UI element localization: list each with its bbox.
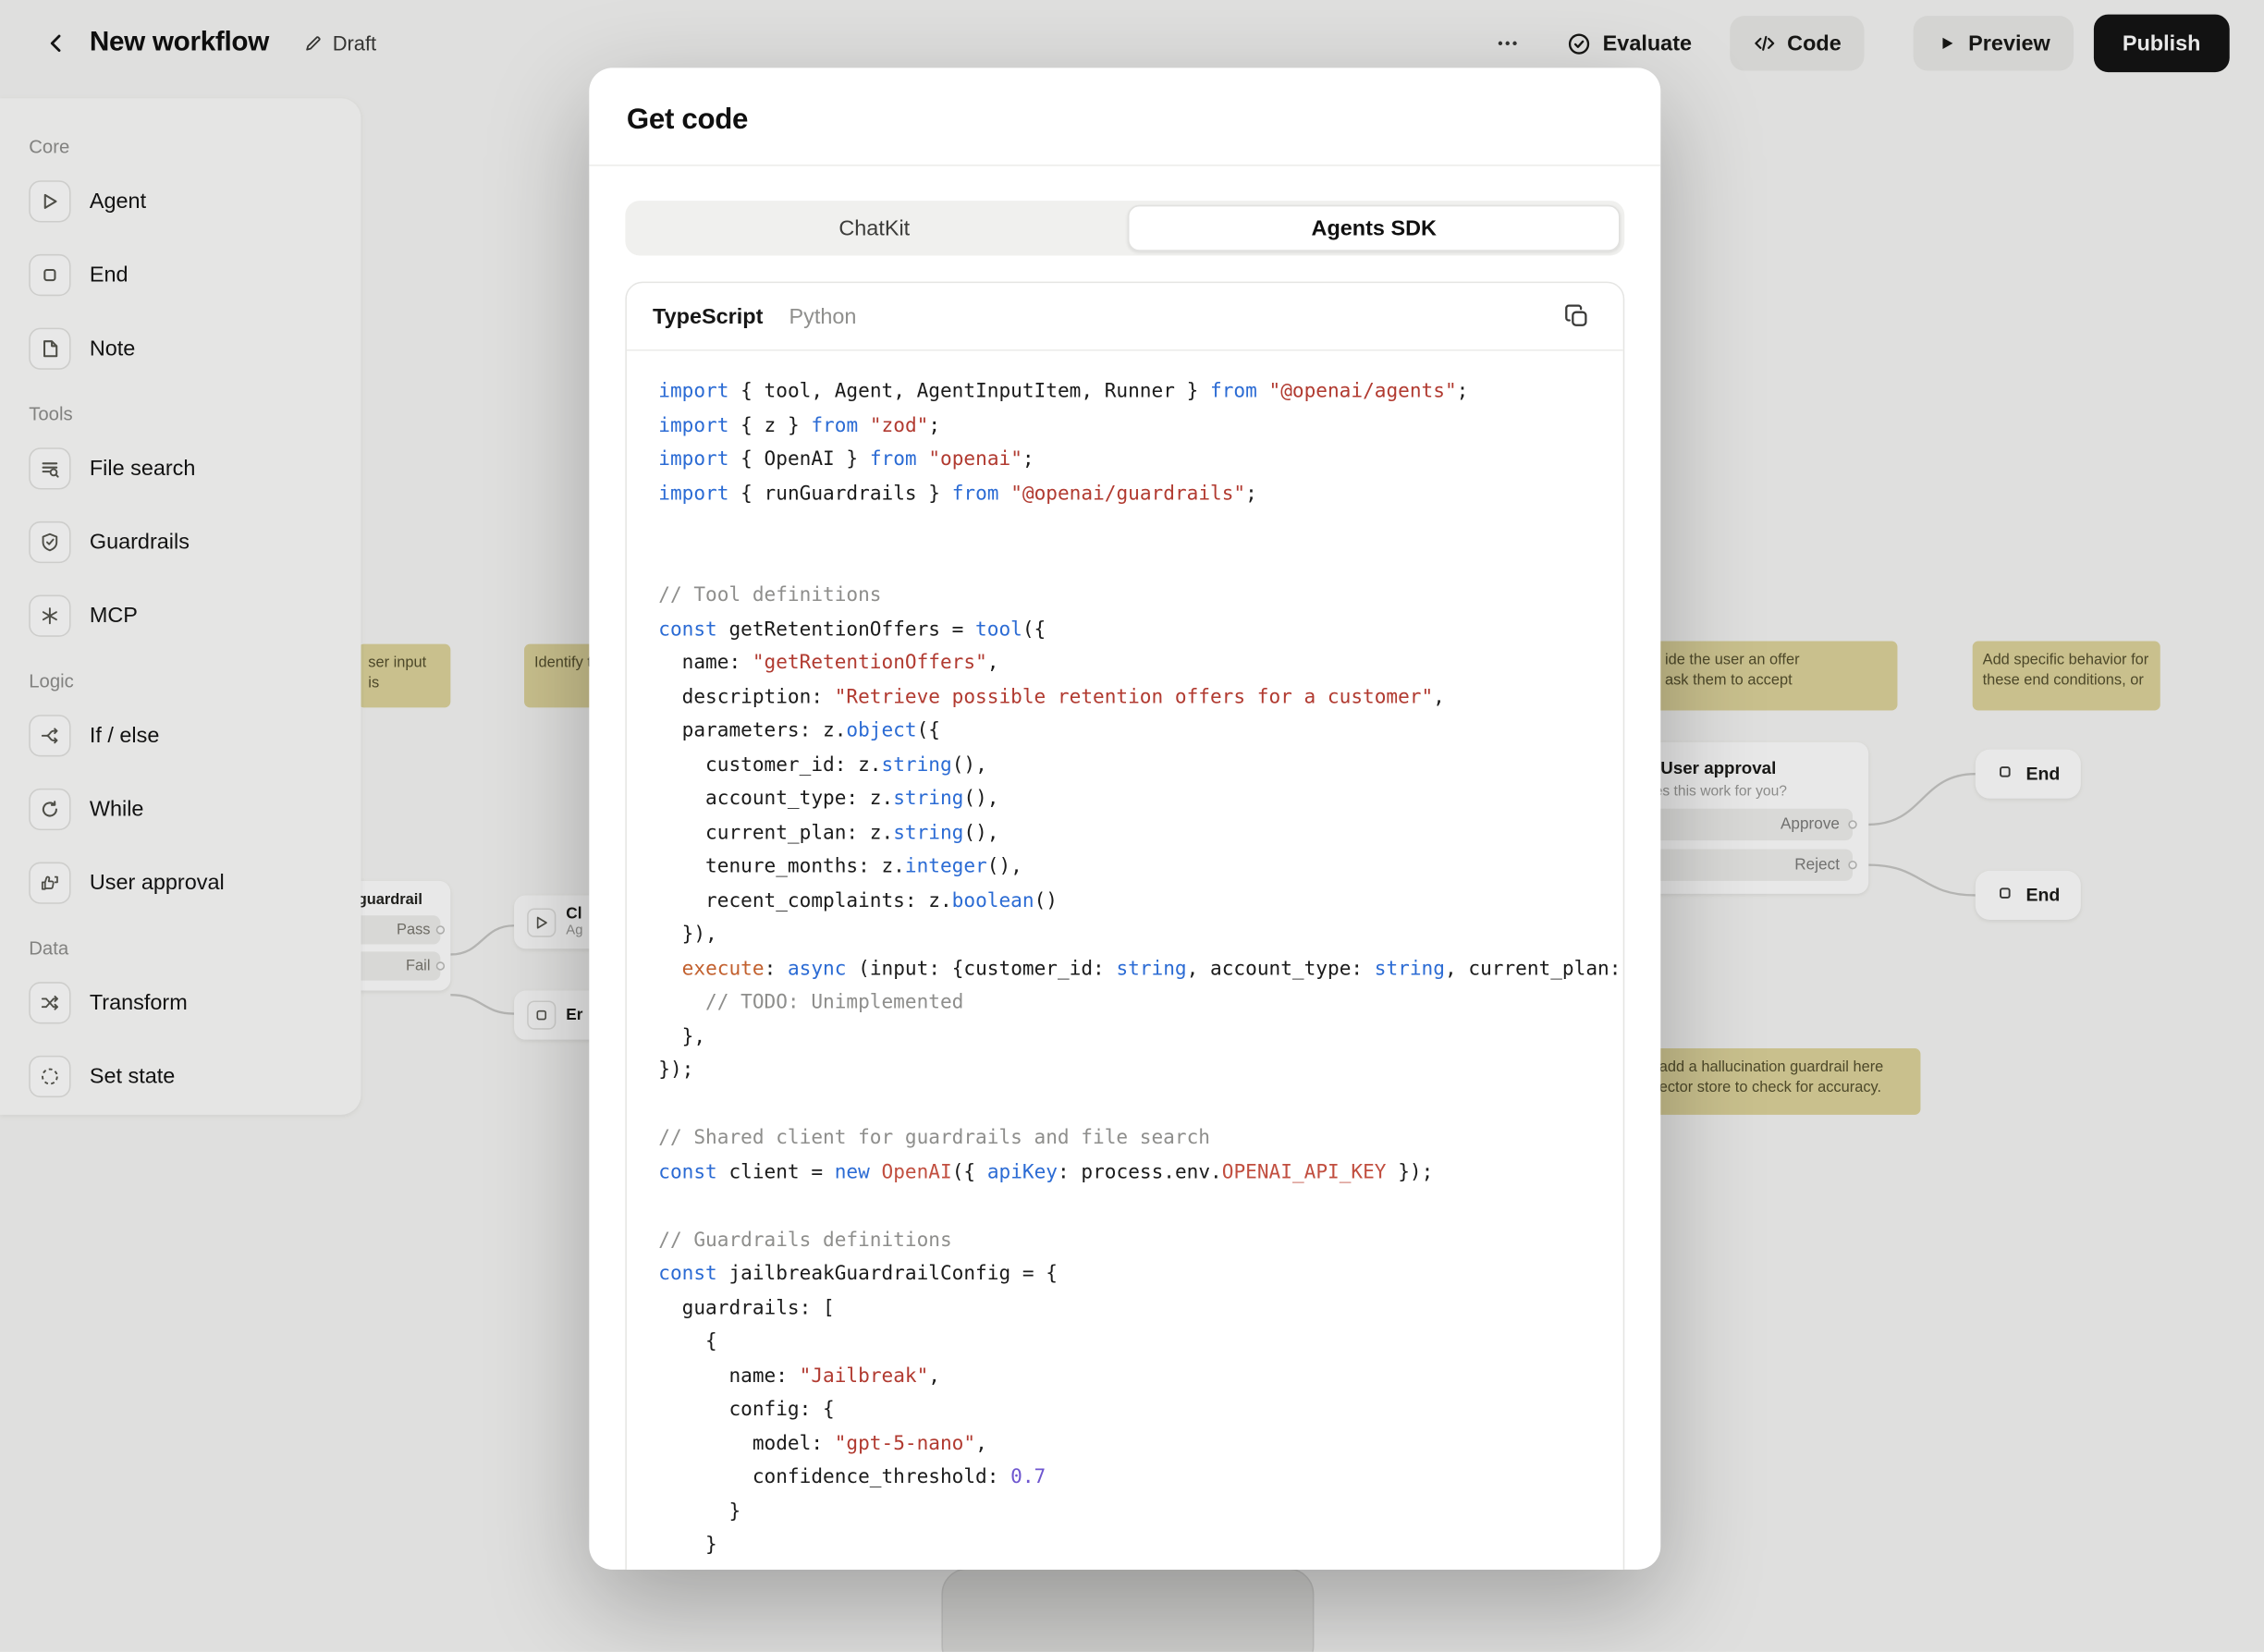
code-line: tenure_months: z.integer(),: [658, 850, 1622, 885]
code-line: config: {: [658, 1393, 1622, 1427]
code-line: }: [658, 1529, 1622, 1563]
code-line: [658, 1088, 1622, 1122]
get-code-modal: Get code ChatKit Agents SDK TypeScript P…: [589, 67, 1660, 1569]
code-line: account_type: z.string(),: [658, 783, 1622, 817]
modal-title: Get code: [627, 104, 1623, 137]
code-line: const jailbreakGuardrailConfig = {: [658, 1258, 1622, 1292]
code-line: // TODO: Unimplemented: [658, 986, 1622, 1021]
code-line: // Shared client for guardrails and file…: [658, 1122, 1622, 1156]
code-line: confidence_threshold: 0.7: [658, 1462, 1622, 1496]
code-lines: import { tool, Agent, AgentInputItem, Ru…: [658, 375, 1622, 1563]
code-line: [658, 511, 1622, 545]
code-line: execute: async (input: {customer_id: str…: [658, 952, 1622, 986]
tab-agents-sdk[interactable]: Agents SDK: [1128, 205, 1621, 251]
code-line: import { tool, Agent, AgentInputItem, Ru…: [658, 375, 1622, 410]
code-line: recent_complaints: z.boolean(): [658, 885, 1622, 919]
code-block[interactable]: import { tool, Agent, AgentInputItem, Ru…: [627, 351, 1623, 1563]
lang-tab-typescript[interactable]: TypeScript: [653, 304, 763, 329]
code-line: guardrails: [: [658, 1291, 1622, 1326]
code-line: current_plan: z.string(),: [658, 816, 1622, 850]
code-line: // Guardrails definitions: [658, 1224, 1622, 1258]
code-line: import { OpenAI } from "openai";: [658, 444, 1622, 478]
code-line: [658, 545, 1622, 580]
code-line: {: [658, 1326, 1622, 1360]
copy-icon: [1564, 303, 1590, 329]
code-line: customer_id: z.string(),: [658, 749, 1622, 783]
code-panel-header: TypeScript Python: [627, 283, 1623, 350]
code-line: }),: [658, 918, 1622, 952]
modal-header: Get code: [589, 67, 1660, 165]
code-line: const client = new OpenAI({ apiKey: proc…: [658, 1156, 1622, 1190]
code-line: description: "Retrieve possible retentio…: [658, 680, 1622, 715]
copy-code-button[interactable]: [1557, 296, 1597, 337]
code-line: model: "gpt-5-nano",: [658, 1427, 1622, 1462]
code-line: const getRetentionOffers = tool({: [658, 613, 1622, 647]
lang-tab-python[interactable]: Python: [789, 304, 856, 329]
code-line: parameters: z.object({: [658, 715, 1622, 749]
code-line: name: "getRetentionOffers",: [658, 647, 1622, 681]
code-line: import { runGuardrails } from "@openai/g…: [658, 477, 1622, 511]
code-line: },: [658, 1021, 1622, 1055]
sdk-tab-switcher: ChatKit Agents SDK: [625, 201, 1624, 255]
code-line: // Tool definitions: [658, 579, 1622, 613]
app-root: ser input is Identify t ak guardrail Pas…: [0, 0, 2264, 1652]
code-line: name: "Jailbreak",: [658, 1360, 1622, 1394]
code-line: }: [658, 1495, 1622, 1529]
code-line: import { z } from "zod";: [658, 410, 1622, 444]
code-line: [658, 1190, 1622, 1224]
tab-chatkit[interactable]: ChatKit: [630, 205, 1120, 251]
code-panel: TypeScript Python import { tool, Agent, …: [625, 282, 1624, 1570]
code-line: });: [658, 1054, 1622, 1088]
